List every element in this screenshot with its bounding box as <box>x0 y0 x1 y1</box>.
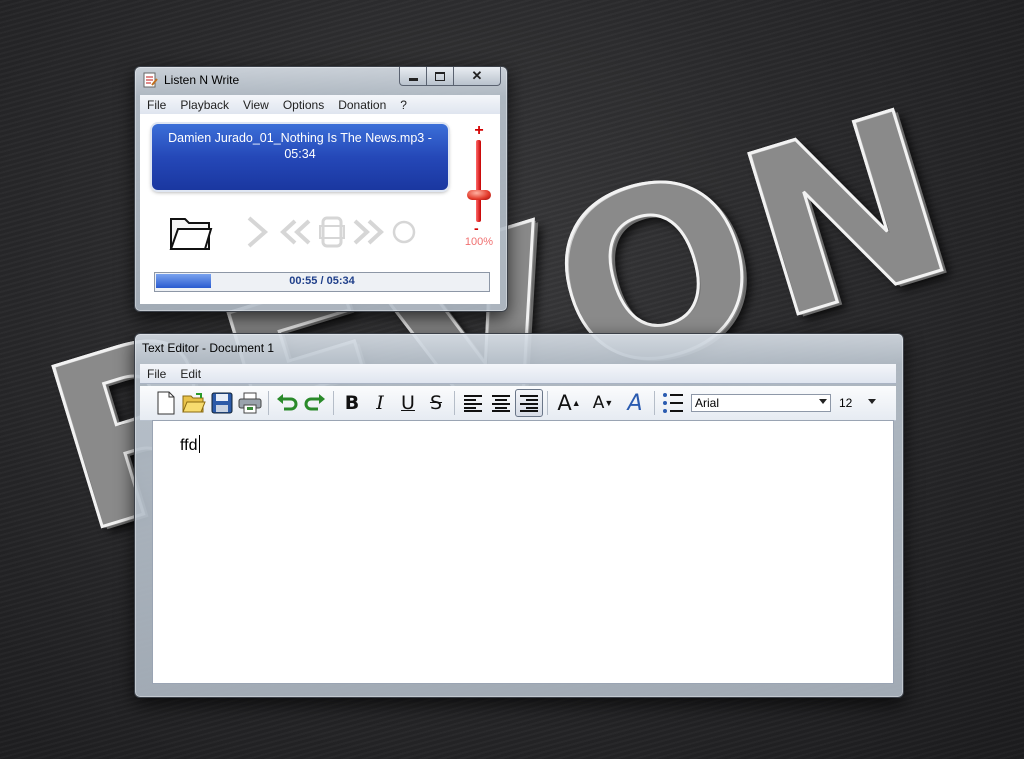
grow-arrow-icon: ▲ <box>571 398 581 408</box>
align-left-icon <box>464 395 482 412</box>
stop-button[interactable] <box>314 214 350 250</box>
bullet-list-button[interactable] <box>659 389 687 417</box>
folder-icon <box>169 218 213 250</box>
align-center-icon <box>492 395 510 412</box>
bold-button[interactable]: B <box>338 389 366 417</box>
open-folder-icon <box>182 393 206 413</box>
redo-icon <box>304 394 325 411</box>
align-left-button[interactable] <box>459 389 487 417</box>
bullet-list-icon <box>663 393 683 413</box>
volume-percent: 100% <box>464 236 494 248</box>
toolbar-separator <box>333 391 334 415</box>
fast-forward-icon <box>353 219 384 245</box>
redo-button[interactable] <box>301 389 329 417</box>
underline-button[interactable]: U <box>394 389 422 417</box>
track-duration: 05:34 <box>284 147 316 161</box>
toolbar-separator <box>654 391 655 415</box>
editor-titlebar[interactable]: Text Editor - Document 1 <box>135 334 903 360</box>
play-button[interactable] <box>236 214 278 250</box>
volume-minus-icon: - <box>474 220 479 236</box>
print-button[interactable] <box>236 389 264 417</box>
new-document-button[interactable] <box>152 389 180 417</box>
volume-track <box>476 140 481 222</box>
time-display: 00:55 / 05:34 <box>289 275 355 287</box>
menu-donation[interactable]: Donation <box>331 98 393 112</box>
playback-controls <box>166 212 422 252</box>
shrink-arrow-icon: ▼ <box>604 398 614 408</box>
grow-font-button[interactable]: A ▲ <box>552 389 586 417</box>
player-title: Listen N Write <box>164 73 240 87</box>
rewind-button[interactable] <box>278 217 314 247</box>
font-size-select[interactable]: 12 <box>834 394 880 412</box>
volume-plus-icon: + <box>474 122 484 139</box>
open-folder-button[interactable] <box>166 211 216 253</box>
player-titlebar[interactable]: Listen N Write ✕ <box>135 67 507 93</box>
playback-progress-bar[interactable]: 00:55 / 05:34 <box>154 272 490 292</box>
menu-help[interactable]: ? <box>393 98 414 112</box>
align-right-icon <box>520 395 538 412</box>
fast-forward-button[interactable] <box>350 217 386 247</box>
align-center-button[interactable] <box>487 389 515 417</box>
document-content: ffd <box>180 437 198 454</box>
grow-font-icon: A <box>557 391 572 415</box>
font-name-select[interactable]: Arial <box>691 394 831 412</box>
italic-button[interactable]: I <box>366 389 394 417</box>
printer-icon <box>238 392 262 414</box>
minimize-icon <box>408 77 418 81</box>
record-button[interactable] <box>386 218 422 246</box>
minimize-button[interactable] <box>399 67 427 86</box>
align-right-button[interactable] <box>515 389 543 417</box>
shrink-font-button[interactable]: A ▼ <box>586 389 620 417</box>
maximize-icon <box>435 71 445 81</box>
play-icon <box>247 216 269 248</box>
menu-file[interactable]: File <box>140 98 173 112</box>
app-icon <box>142 72 158 91</box>
save-button[interactable] <box>208 389 236 417</box>
new-document-icon <box>157 391 175 415</box>
chevron-down-icon <box>819 399 827 404</box>
player-menubar: File Playback View Options Donation ? <box>140 95 500 115</box>
volume-slider[interactable]: + - 100% <box>462 122 496 252</box>
editor-menubar: File Edit <box>140 364 896 384</box>
font-color-button[interactable]: A <box>620 389 650 417</box>
record-icon <box>392 220 416 244</box>
maximize-button[interactable] <box>427 67 454 86</box>
editor-title: Text Editor - Document 1 <box>142 341 275 355</box>
save-icon <box>211 392 233 414</box>
open-button[interactable] <box>180 389 208 417</box>
close-button[interactable]: ✕ <box>454 67 501 86</box>
chevron-down-icon <box>868 399 876 404</box>
track-filename: Damien Jurado_01_Nothing Is The News.mp3… <box>168 131 432 145</box>
toolbar-separator <box>454 391 455 415</box>
toolbar-separator <box>268 391 269 415</box>
shrink-font-icon: A <box>592 393 605 413</box>
text-caret <box>198 435 200 453</box>
editor-menu-edit[interactable]: Edit <box>173 367 208 381</box>
close-icon: ✕ <box>471 68 483 83</box>
toolbar-separator <box>547 391 548 415</box>
menu-options[interactable]: Options <box>276 98 331 112</box>
document-text[interactable]: ffd <box>180 435 200 455</box>
font-name-value: Arial <box>695 396 720 410</box>
text-editor-window: Text Editor - Document 1 File Edit B I U… <box>134 333 904 698</box>
stop-icon <box>319 216 345 248</box>
menu-playback[interactable]: Playback <box>173 98 236 112</box>
menu-view[interactable]: View <box>236 98 276 112</box>
text-editor-area[interactable]: ffd <box>152 420 894 684</box>
listen-n-write-window: Listen N Write ✕ File Playback View Opti… <box>134 66 508 312</box>
font-color-icon: A <box>627 390 643 416</box>
undo-button[interactable] <box>273 389 301 417</box>
editor-menu-file[interactable]: File <box>140 367 173 381</box>
rewind-icon <box>280 219 311 245</box>
editor-toolbar: B I U S A ▲ A ▼ A Arial 12 <box>140 386 896 421</box>
volume-knob[interactable] <box>467 190 491 200</box>
strikethrough-button[interactable]: S <box>422 389 450 417</box>
undo-icon <box>277 394 298 411</box>
track-display: Damien Jurado_01_Nothing Is The News.mp3… <box>152 124 448 190</box>
font-size-value: 12 <box>839 396 853 410</box>
player-body: Damien Jurado_01_Nothing Is The News.mp3… <box>140 114 500 304</box>
